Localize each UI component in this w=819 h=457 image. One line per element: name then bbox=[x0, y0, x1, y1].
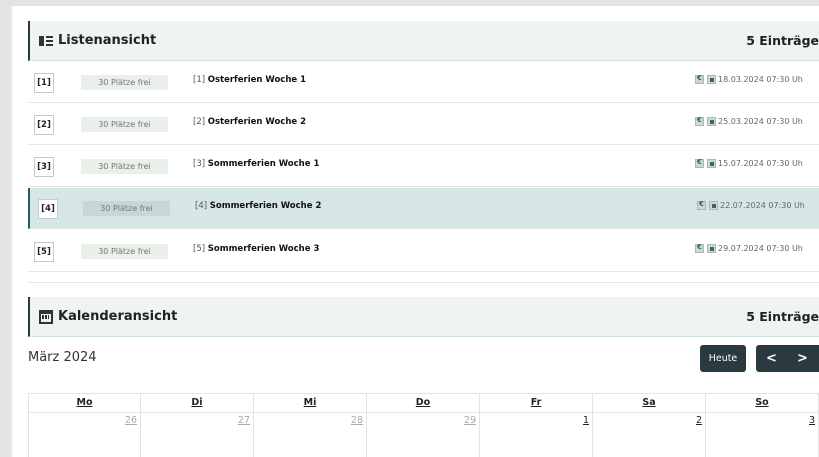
weekday-header: Mo bbox=[28, 393, 141, 413]
places-free-badge: 30 Plätze frei bbox=[81, 117, 168, 132]
calendar-day[interactable]: 28 bbox=[254, 413, 367, 457]
list-item-title[interactable]: [4] Sommerferien Woche 2 bbox=[195, 201, 321, 211]
list-item-badges bbox=[695, 158, 716, 168]
weekday-header: Mi bbox=[254, 393, 367, 413]
list-view-count: 5 Einträge bbox=[746, 33, 819, 48]
euro-icon bbox=[695, 116, 704, 126]
document-icon bbox=[707, 75, 716, 84]
calendar-day[interactable]: 27 bbox=[141, 413, 254, 457]
calendar-view-header: Kalenderansicht 5 Einträge bbox=[28, 297, 819, 337]
prev-month-button[interactable]: < bbox=[756, 351, 787, 366]
places-free-badge: 30 Plätze frei bbox=[81, 159, 168, 174]
calendar-grid: Mo Di Mi Do Fr Sa So 26 27 28 29 1 2 3 bbox=[28, 393, 819, 457]
euro-icon bbox=[695, 243, 704, 253]
euro-icon bbox=[697, 200, 706, 210]
document-icon bbox=[707, 159, 716, 168]
window-left-border bbox=[0, 0, 11, 457]
calendar-view-count: 5 Einträge bbox=[746, 309, 819, 324]
places-free-badge: 30 Plätze frei bbox=[83, 201, 170, 216]
weekday-header-row: Mo Di Mi Do Fr Sa So bbox=[28, 393, 819, 413]
list-item[interactable]: [5] 30 Plätze frei [5] Sommerferien Woch… bbox=[28, 231, 819, 272]
next-month-button[interactable]: > bbox=[787, 351, 818, 366]
list-item-date: 25.03.2024 07:30 Uh bbox=[718, 117, 803, 126]
list-item-title[interactable]: [1] Osterferien Woche 1 bbox=[193, 75, 306, 85]
weekday-header: So bbox=[706, 393, 819, 413]
document-icon bbox=[707, 244, 716, 253]
weekday-header: Fr bbox=[480, 393, 593, 413]
list-item-date: 29.07.2024 07:30 Uh bbox=[718, 244, 803, 253]
list-item[interactable]: [1] 30 Plätze frei [1] Osterferien Woche… bbox=[28, 62, 819, 103]
list-item-title[interactable]: [5] Sommerferien Woche 3 bbox=[193, 244, 319, 254]
places-free-badge: 30 Plätze frei bbox=[81, 244, 168, 259]
list-item-title[interactable]: [3] Sommerferien Woche 1 bbox=[193, 159, 319, 169]
list-item-badges bbox=[695, 243, 716, 253]
weekday-header: Sa bbox=[593, 393, 706, 413]
calendar-day[interactable]: 2 bbox=[593, 413, 706, 457]
weekday-header: Di bbox=[141, 393, 254, 413]
list-item-selected[interactable]: [4] 30 Plätze frei [4] Sommerferien Woch… bbox=[28, 188, 819, 229]
euro-icon bbox=[695, 158, 704, 168]
today-button[interactable]: Heute bbox=[700, 345, 746, 372]
list-item-date: 15.07.2024 07:30 Uh bbox=[718, 159, 803, 168]
weekday-header: Do bbox=[367, 393, 480, 413]
window-left-shadow bbox=[11, 6, 13, 457]
places-free-badge: 30 Plätze frei bbox=[81, 75, 168, 90]
list-item-index: [2] bbox=[34, 115, 54, 135]
list-item-badges bbox=[697, 200, 718, 210]
list-item-date: 22.07.2024 07:30 Uh bbox=[720, 201, 805, 210]
calendar-nav-buttons: < > bbox=[756, 345, 819, 372]
list-item-badges bbox=[695, 116, 716, 126]
window-top-border bbox=[0, 0, 819, 6]
list-item-index: [1] bbox=[34, 73, 54, 93]
euro-icon bbox=[695, 74, 704, 84]
calendar-view-title: Kalenderansicht bbox=[58, 309, 178, 324]
calendar-week-row: 26 27 28 29 1 2 3 bbox=[28, 413, 819, 457]
calendar-day[interactable]: 26 bbox=[28, 413, 141, 457]
list-view-title: Listenansicht bbox=[58, 33, 157, 48]
calendar-day[interactable]: 29 bbox=[367, 413, 480, 457]
calendar-icon bbox=[39, 309, 53, 324]
calendar-day[interactable]: 1 bbox=[480, 413, 593, 457]
calendar-month-title: März 2024 bbox=[28, 350, 97, 365]
list-item[interactable]: [2] 30 Plätze frei [2] Osterferien Woche… bbox=[28, 104, 819, 145]
list-item-index: [4] bbox=[38, 199, 58, 219]
calendar-day[interactable]: 3 bbox=[706, 413, 819, 457]
list-item-title[interactable]: [2] Osterferien Woche 2 bbox=[193, 117, 306, 127]
list-item[interactable]: [3] 30 Plätze frei [3] Sommerferien Woch… bbox=[28, 146, 819, 187]
list-item-badges bbox=[695, 74, 716, 84]
list-view-header: Listenansicht 5 Einträge bbox=[28, 21, 819, 61]
list-icon bbox=[39, 34, 53, 48]
list-item-index: [3] bbox=[34, 157, 54, 177]
document-icon bbox=[709, 201, 718, 210]
document-icon bbox=[707, 117, 716, 126]
section-divider bbox=[28, 282, 819, 283]
list-item-date: 18.03.2024 07:30 Uh bbox=[718, 75, 803, 84]
list-item-index: [5] bbox=[34, 242, 54, 262]
